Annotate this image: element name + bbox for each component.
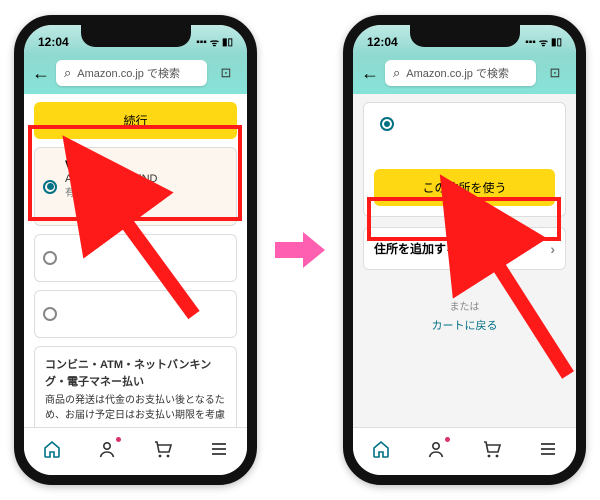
nav-cart[interactable] xyxy=(152,439,174,464)
payment-expiry: 有効期限は です xyxy=(65,187,226,215)
notch xyxy=(81,25,191,47)
nav-account[interactable] xyxy=(97,439,117,464)
bottom-nav xyxy=(24,427,247,475)
nav-menu[interactable] xyxy=(538,439,558,464)
battery-icon: ▮▯ xyxy=(222,37,233,48)
add-address-row[interactable]: 住所を追加する › xyxy=(363,227,566,270)
payment-card-empty-2[interactable] xyxy=(34,290,237,338)
search-placeholder: Amazon.co.jp で検索 xyxy=(406,65,509,81)
content-right: この住所を使う 住所を追加する › または カートに戻る xyxy=(353,94,576,434)
address-radio-selected[interactable] xyxy=(380,117,394,131)
notification-dot xyxy=(445,437,450,442)
status-time: 12:04 xyxy=(367,35,398,49)
search-icon: ⌕ xyxy=(64,65,71,81)
transition-arrow-icon xyxy=(275,230,325,270)
back-button[interactable]: ← xyxy=(32,63,50,84)
bottom-nav xyxy=(353,427,576,475)
app-header: ← ⌕ Amazon.co.jp で検索 ⊡ xyxy=(353,55,576,94)
status-time: 12:04 xyxy=(38,35,69,49)
payment-card-visa[interactable]: Visa ARIGATO FRIEND 有効期限は です xyxy=(34,147,237,226)
search-input[interactable]: ⌕ Amazon.co.jp で検索 xyxy=(385,60,536,86)
app-header: ← ⌕ Amazon.co.jp で検索 ⊡ xyxy=(24,55,247,94)
nav-menu[interactable] xyxy=(209,439,229,464)
content-left: 続行 Visa ARIGATO FRIEND 有効期限は です コンビニ・ATM… xyxy=(24,94,247,434)
signal-icon: ▪▪▪ xyxy=(525,37,536,48)
payment-name: ARIGATO FRIEND xyxy=(65,173,226,185)
notch xyxy=(410,25,520,47)
use-address-button[interactable]: この住所を使う xyxy=(374,169,555,206)
nav-account[interactable] xyxy=(426,439,446,464)
phone-right: 12:04 ▪▪▪ ᯤ ▮▯ ← ⌕ Amazon.co.jp で検索 ⊡ この… xyxy=(343,15,586,485)
wifi-icon: ᯤ xyxy=(210,35,219,49)
continue-button[interactable]: 続行 xyxy=(34,102,237,139)
radio-icon[interactable] xyxy=(43,307,57,321)
back-button[interactable]: ← xyxy=(361,63,379,84)
radio-icon[interactable] xyxy=(43,251,57,265)
search-input[interactable]: ⌕ Amazon.co.jp で検索 xyxy=(56,60,207,86)
notification-dot xyxy=(116,437,121,442)
payment-brand: Visa xyxy=(65,158,226,172)
camera-search-button[interactable]: ⊡ xyxy=(213,60,239,86)
nav-home[interactable] xyxy=(371,439,391,464)
radio-selected-icon[interactable] xyxy=(43,180,57,194)
or-separator: または xyxy=(363,298,566,313)
other-payment-title: コンビニ・ATM・ネットバンキング・電子マネー払い xyxy=(45,357,226,390)
status-icons: ▪▪▪ ᯤ ▮▯ xyxy=(196,35,233,49)
nav-cart[interactable] xyxy=(481,439,503,464)
wifi-icon: ᯤ xyxy=(539,35,548,49)
camera-search-button[interactable]: ⊡ xyxy=(542,60,568,86)
other-payment-body: 商品の発送は代金のお支払い後となるため、お届け予定日はお支払い期限を考慮 xyxy=(45,393,226,423)
phone-left: 12:04 ▪▪▪ ᯤ ▮▯ ← ⌕ Amazon.co.jp で検索 ⊡ 続行… xyxy=(14,15,257,485)
battery-icon: ▮▯ xyxy=(551,37,562,48)
chevron-right-icon: › xyxy=(550,241,555,257)
search-icon: ⌕ xyxy=(393,65,400,81)
status-icons: ▪▪▪ ᯤ ▮▯ xyxy=(525,35,562,49)
search-placeholder: Amazon.co.jp で検索 xyxy=(77,65,180,81)
payment-card-empty-1[interactable] xyxy=(34,234,237,282)
other-payment-card[interactable]: コンビニ・ATM・ネットバンキング・電子マネー払い 商品の発送は代金のお支払い後… xyxy=(34,346,237,434)
back-to-cart-link[interactable]: カートに戻る xyxy=(363,317,566,333)
signal-icon: ▪▪▪ xyxy=(196,37,207,48)
nav-home[interactable] xyxy=(42,439,62,464)
add-address-label: 住所を追加する xyxy=(374,240,458,257)
